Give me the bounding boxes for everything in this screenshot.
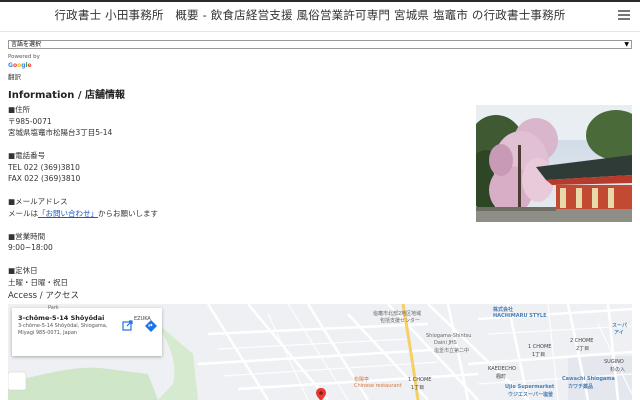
map-label-school-3: 塩釜市立第二中: [434, 348, 470, 354]
map-label-supermarket: Ujie Supermarket: [505, 384, 555, 390]
hours-block: ■営業時間 9:00~18:00: [8, 231, 448, 254]
map-label-sugino-jp: 杉の入: [610, 367, 626, 373]
map-label-hachimaru: 株式会社: [493, 307, 514, 313]
place-address: 3-chōme-5-14 Shōyōdai, Shiogama, Miyagi …: [18, 323, 108, 336]
phone-label: ■電話番号: [8, 151, 46, 160]
map-label-kaedecho-jp: 楓町: [496, 374, 507, 380]
map-label-super-right: スーパ: [612, 323, 627, 329]
site-header: 行政書士 小田事務所 概要 - 飲食店経営支援 風俗営業許可専門 宮城県 塩竈市…: [0, 0, 640, 32]
map-label-ezuka: EZUKA: [134, 316, 151, 322]
contact-link[interactable]: 「お問い合わせ」: [38, 209, 98, 218]
mail-block: ■メールアドレス メールは「お問い合わせ」からお願いします: [8, 196, 448, 219]
map-label-school: Shiogama-Shintsu: [426, 333, 472, 339]
store-info: ■住所 〒985-0071 宮城県塩竈市松陽台3丁目5-14 ■電話番号 TEL…: [8, 104, 448, 300]
map-label-north-center-2: 包括支援センター: [380, 318, 421, 324]
map-label-1-chome-right-jp: 1丁目: [532, 352, 546, 358]
shrine-photo: [476, 105, 632, 222]
hours-label: ■営業時間: [8, 231, 46, 241]
map-label-cawachi-jp: カワチ薬品: [568, 384, 594, 390]
google-map-embed[interactable]: 3-chōme-5-14 Shōyōdai 3-chōme-5-14 Shōyō…: [8, 304, 632, 400]
header-accent-bar: [0, 0, 640, 2]
map-label-hachimaru-2: HACHIMARU STYLE: [493, 313, 547, 319]
map-label-super-right-2: アイ: [614, 330, 624, 336]
mail-text: メールは「お問い合わせ」からお願いします: [8, 208, 158, 218]
language-select-value: 言語を選択: [11, 41, 42, 48]
shrine-image: [476, 105, 632, 222]
map-label-2-chome: 2 CHOME: [570, 338, 594, 344]
address-text: 宮城県塩竈市松陽台3丁目5-14: [8, 128, 113, 137]
map-label-1-chome-right: 1 CHOME: [528, 344, 552, 350]
section-title-access: Access / アクセス: [8, 291, 79, 301]
powered-by-label: Powered by: [8, 54, 40, 60]
tel-number: TEL 022 (369)3810: [8, 162, 80, 172]
fax-number: FAX 022 (369)3810: [8, 174, 81, 183]
map-label-supermarket-jp: ウジエスーパー塩釜: [508, 392, 553, 398]
map-label-park: Park: [48, 305, 59, 311]
holiday-label: ■定休日: [8, 266, 38, 275]
map-label-1-chome-jp: 1丁目: [411, 385, 425, 391]
map-label-restaurant: 松陽亭: [354, 377, 370, 383]
translate-link[interactable]: 翻訳: [8, 71, 21, 81]
google-logo[interactable]: Google: [8, 62, 32, 69]
map-label-school-2: Daini JHS: [434, 340, 457, 346]
postal-code: 〒985-0071: [8, 116, 52, 126]
map-label-cawachi: Cawachi Shiogama: [562, 376, 615, 382]
section-title-information: Information / 店舗情報: [8, 90, 125, 101]
site-title[interactable]: 行政書士 小田事務所 概要 - 飲食店経営支援 風俗営業許可専門 宮城県 塩竈市…: [0, 7, 620, 23]
place-name[interactable]: 3-chōme-5-14 Shōyōdai: [18, 314, 104, 322]
hours-text: 9:00~18:00: [8, 243, 53, 252]
map-label-restaurant-2: Chinese restaurant: [354, 383, 402, 389]
map-label-2-chome-jp: 2丁目: [576, 346, 590, 352]
map-pin-icon[interactable]: [314, 386, 328, 400]
holiday-text: 土曜・日曜・祝日: [8, 277, 68, 287]
chevron-down-icon: ▼: [624, 41, 629, 48]
address-block: ■住所 〒985-0071 宮城県塩竈市松陽台3丁目5-14: [8, 104, 448, 139]
map-label-1-chome: 1 CHOME: [408, 377, 432, 383]
phone-block: ■電話番号 TEL 022 (369)3810 FAX 022 (369)381…: [8, 150, 448, 185]
map-label-kaedecho: KAEDECHO: [488, 366, 516, 372]
holiday-block: ■定休日 土曜・日曜・祝日: [8, 265, 448, 288]
hamburger-icon[interactable]: [618, 10, 630, 20]
mail-label: ■メールアドレス: [8, 197, 68, 206]
language-select[interactable]: 言語を選択 ▼: [8, 40, 632, 49]
open-in-new-icon[interactable]: [120, 318, 134, 332]
map-label-sugino: SUGINO: [604, 359, 624, 365]
address-label: ■住所: [8, 105, 31, 114]
map-label-north-center: 塩竈市北部2地区地域: [373, 311, 422, 317]
